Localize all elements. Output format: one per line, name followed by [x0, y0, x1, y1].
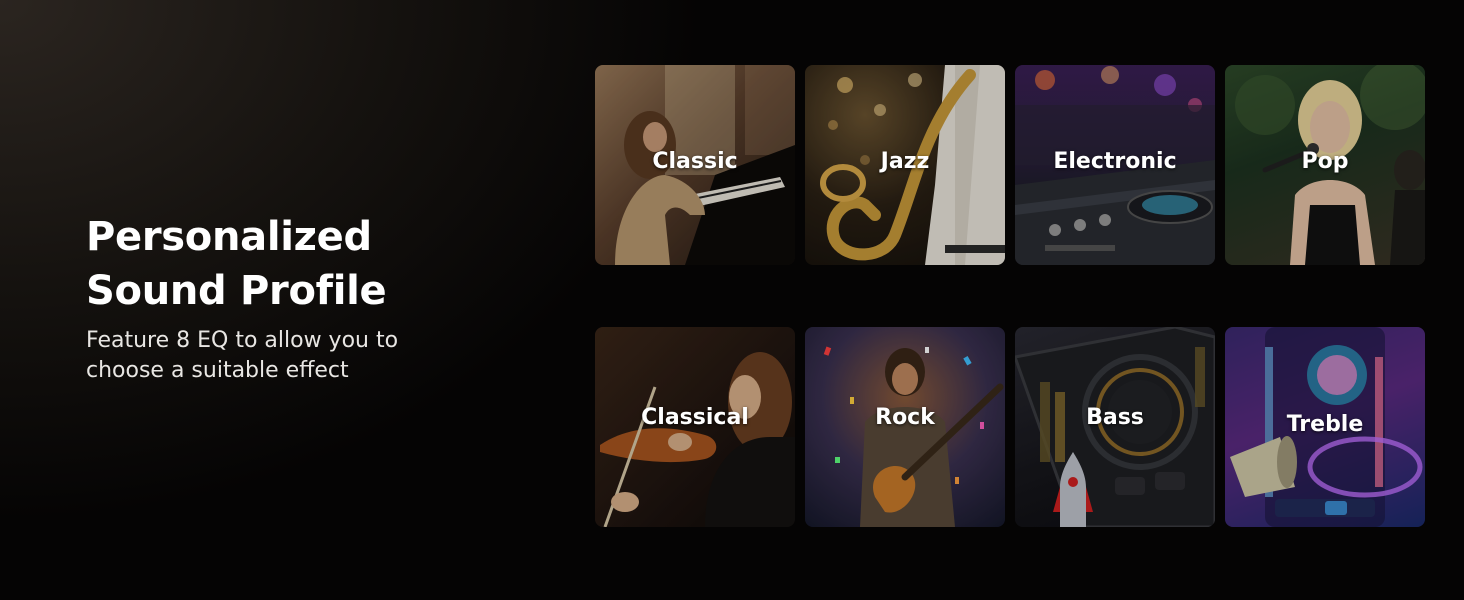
eq-preset-label: Electronic: [1053, 149, 1177, 174]
eq-preset-electronic[interactable]: Electronic: [1015, 65, 1215, 265]
eq-preset-jazz[interactable]: Jazz: [805, 65, 1005, 265]
eq-preset-label: Rock: [875, 405, 935, 430]
eq-preset-rock[interactable]: Rock: [805, 327, 1005, 527]
eq-preset-label: Pop: [1301, 149, 1349, 174]
eq-preset-pop[interactable]: Pop: [1225, 65, 1425, 265]
eq-preset-treble[interactable]: Treble: [1225, 327, 1425, 527]
eq-preset-label: Treble: [1286, 412, 1364, 437]
eq-preset-label: Jazz: [880, 149, 930, 174]
eq-preset-label: Classical: [641, 405, 749, 430]
hero-subtitle: Feature 8 EQ to allow you to choose a su…: [86, 328, 399, 383]
hero-section: Personalized Sound Profile Feature 8 EQ …: [86, 210, 546, 386]
eq-preset-classic[interactable]: Classic: [595, 65, 795, 265]
eq-preset-grid: Classic Jazz Electronic Pop Classical Ro…: [595, 65, 1425, 527]
eq-preset-bass[interactable]: Bass: [1015, 327, 1215, 527]
eq-preset-label: Bass: [1086, 405, 1144, 430]
eq-preset-label: Classic: [652, 149, 738, 174]
eq-preset-classical[interactable]: Classical: [595, 327, 795, 527]
hero-title: Personalized Sound Profile: [86, 214, 387, 314]
